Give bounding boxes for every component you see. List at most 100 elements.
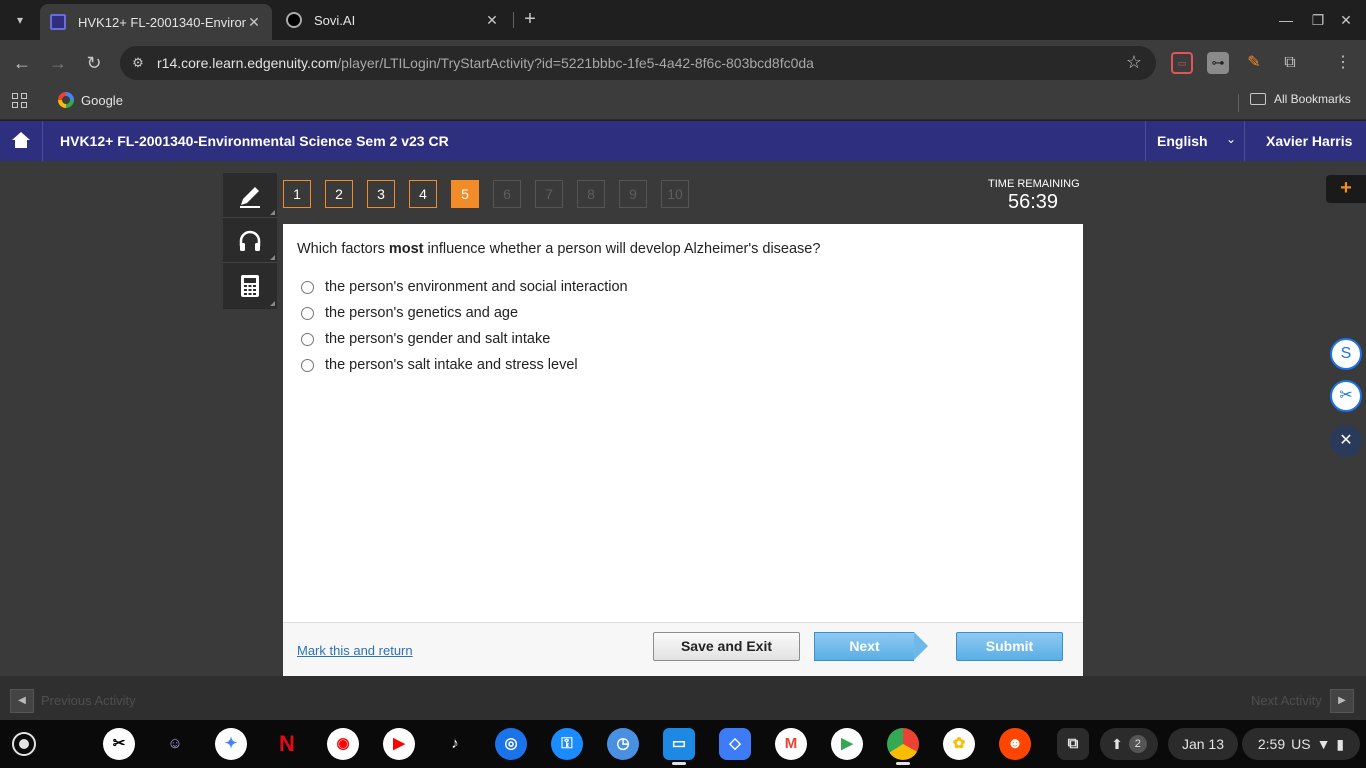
answer-option[interactable]: the person's genetics and age <box>301 305 518 321</box>
language-label: English <box>1157 133 1208 149</box>
files-app-icon[interactable]: ▭ <box>663 728 695 760</box>
answer-option[interactable]: the person's gender and salt intake <box>301 331 550 347</box>
netflix-app-icon[interactable]: N <box>271 728 303 760</box>
tab-sovi[interactable]: Sovi.AI ✕ <box>276 4 510 36</box>
expand-plus-icon[interactable]: + <box>1326 175 1366 203</box>
answer-radio[interactable] <box>301 358 314 372</box>
capcut-app-icon[interactable]: ✂ <box>103 728 135 760</box>
gemini-app-icon[interactable]: ✦ <box>215 728 247 760</box>
question-2-button[interactable]: 2 <box>325 180 353 208</box>
browser-menu-icon[interactable]: ⋮ <box>1332 52 1354 74</box>
tab-divider <box>513 12 514 28</box>
cast-extension-icon[interactable]: ▭ <box>1171 52 1193 74</box>
submit-button[interactable]: Submit <box>956 632 1063 661</box>
date-tray[interactable]: Jan 13 <box>1168 728 1238 760</box>
notifications-tray[interactable]: ⬆ 2 <box>1100 728 1158 760</box>
close-tab-icon[interactable]: ✕ <box>246 14 262 31</box>
tab-search-chevron-icon[interactable]: ▾ <box>8 8 32 32</box>
tab-edgenuity[interactable]: HVK12+ FL-2001340-Environm ✕ <box>40 4 272 40</box>
close-window-icon[interactable]: ✕ <box>1334 8 1358 32</box>
answer-radio[interactable] <box>301 280 314 294</box>
previous-activity-label[interactable]: Previous Activity <box>41 693 136 708</box>
sovi-s-icon[interactable]: S <box>1330 338 1362 370</box>
address-bar[interactable]: ⚙ r14.core.learn.edgenuity.com/player/LT… <box>120 46 1156 80</box>
answer-label: the person's salt intake and stress leve… <box>325 357 578 373</box>
tool-palette <box>223 173 277 309</box>
youtube-music-app-icon[interactable]: ◉ <box>327 728 359 760</box>
question-5-button[interactable]: 5 <box>451 180 479 208</box>
new-tab-icon[interactable]: + <box>520 8 540 32</box>
youtube-app-icon[interactable]: ▶ <box>383 728 415 760</box>
clock-label: 2:59 <box>1257 736 1286 752</box>
launcher-icon[interactable] <box>12 732 36 756</box>
save-and-exit-button[interactable]: Save and Exit <box>653 632 800 661</box>
audio-tool[interactable] <box>223 218 277 263</box>
all-bookmarks-button[interactable]: All Bookmarks <box>1250 92 1351 106</box>
password-key-app-icon[interactable]: ⚿ <box>551 728 583 760</box>
play-store-app-icon[interactable]: ▶ <box>831 728 863 760</box>
roblox-app-icon[interactable]: ◇ <box>719 728 751 760</box>
extensions-puzzle-icon[interactable]: ⧉ <box>1279 52 1301 74</box>
reload-icon[interactable]: ↻ <box>82 51 106 75</box>
scissors-icon[interactable]: ✂ <box>1330 380 1362 412</box>
next-activity-arrow-icon[interactable]: ▶ <box>1330 689 1354 713</box>
maximize-icon[interactable]: ❐ <box>1306 8 1330 32</box>
answer-radio[interactable] <box>301 306 314 320</box>
chrome-app-icon[interactable] <box>887 728 919 760</box>
tab-title: Sovi.AI <box>314 12 356 28</box>
next-button[interactable]: Next <box>814 632 928 661</box>
question-10-button: 10 <box>661 180 689 208</box>
extension-orange-icon[interactable]: ✎ <box>1243 52 1265 74</box>
cross-x-icon[interactable]: ✕ <box>1330 425 1362 457</box>
answer-option[interactable]: the person's environment and social inte… <box>301 279 628 295</box>
answer-label: the person's genetics and age <box>325 305 519 321</box>
activity-navigation-bar: ◀ Previous Activity Next Activity ▶ <box>0 676 1366 726</box>
extension-icon[interactable]: ⊶ <box>1207 52 1229 74</box>
question-3-button[interactable]: 3 <box>367 180 395 208</box>
upload-icon: ⬆ <box>1111 735 1123 752</box>
language-select[interactable]: English ⌄ <box>1145 121 1245 161</box>
bookmark-google[interactable]: Google <box>58 92 123 108</box>
question-navigator: 1 2 3 4 5 6 7 8 9 10 <box>283 180 689 208</box>
notification-count: 2 <box>1128 735 1147 753</box>
tote-holding-space-icon[interactable]: ⧉ <box>1057 728 1089 760</box>
circle-app-icon[interactable]: ◎ <box>495 728 527 760</box>
url-text[interactable]: r14.core.learn.edgenuity.com/player/LTIL… <box>157 55 814 71</box>
gmail-app-icon[interactable]: M <box>775 728 807 760</box>
reddit-app-icon[interactable]: ☻ <box>999 728 1031 760</box>
question-7-button: 7 <box>535 180 563 208</box>
bookmark-star-icon[interactable]: ☆ <box>1126 52 1142 73</box>
home-button[interactable] <box>0 121 43 161</box>
locale-label: US <box>1291 736 1311 752</box>
answer-option[interactable]: the person's salt intake and stress leve… <box>301 357 578 373</box>
answer-radio[interactable] <box>301 332 314 346</box>
question-1-button[interactable]: 1 <box>283 180 311 208</box>
edgenuity-favicon-icon <box>50 14 66 30</box>
chevron-down-icon: ⌄ <box>1225 132 1236 146</box>
status-tray[interactable]: 2:59 US ▼ ▮ <box>1242 728 1360 760</box>
apps-grid-icon[interactable] <box>12 93 28 109</box>
google-logo-icon <box>58 92 74 108</box>
mark-and-return-link[interactable]: Mark this and return <box>297 643 413 658</box>
user-name[interactable]: Xavier Harris <box>1266 133 1352 149</box>
course-title: HVK12+ FL-2001340-Environmental Science … <box>60 133 449 149</box>
calculator-tool[interactable] <box>223 263 277 308</box>
next-activity-label[interactable]: Next Activity <box>1251 693 1322 708</box>
highlighter-tool[interactable] <box>223 173 277 218</box>
forward-icon[interactable]: → <box>46 51 70 75</box>
back-icon[interactable]: ← <box>10 51 34 75</box>
tiktok-app-icon[interactable]: ♪ <box>439 728 471 760</box>
time-remaining-value: 56:39 <box>1007 191 1059 213</box>
photos-app-icon[interactable]: ✿ <box>943 728 975 760</box>
sovi-favicon-icon <box>286 12 302 28</box>
previous-activity-arrow-icon[interactable]: ◀ <box>10 689 34 713</box>
os-shelf: ✂ ☺ ✦ N ◉ ▶ ♪ ◎ ⚿ ◷ ▭ ◇ M ▶ ✿ ☻ ⧉ ⬆ 2 Ja… <box>0 720 1366 768</box>
discord-app-icon[interactable]: ☺ <box>159 728 191 760</box>
running-indicator <box>896 762 910 765</box>
minimize-icon[interactable]: — <box>1274 8 1298 32</box>
close-tab-icon[interactable]: ✕ <box>484 12 500 29</box>
clock-app-icon[interactable]: ◷ <box>607 728 639 760</box>
question-4-button[interactable]: 4 <box>409 180 437 208</box>
bookmarks-bar: Google All Bookmarks <box>0 86 1366 120</box>
site-info-icon[interactable]: ⚙ <box>130 55 146 71</box>
